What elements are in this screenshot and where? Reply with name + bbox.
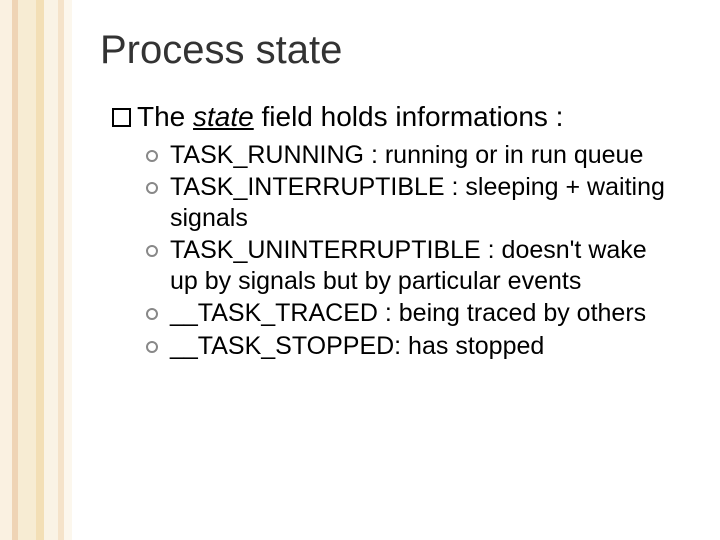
list-item-text: TASK_UNINTERRUPTIBLE : doesn't wake up b…: [170, 235, 680, 296]
list-item-text: TASK_RUNNING : running or in run queue: [170, 140, 680, 171]
slide-body: The state field holds informations : TAS…: [112, 100, 680, 363]
intro-pre: The: [137, 101, 193, 132]
list-item: TASK_RUNNING : running or in run queue: [146, 140, 680, 171]
intro-state-word: state: [193, 101, 254, 132]
intro-line: The state field holds informations :: [112, 100, 680, 134]
slide-title: Process state: [100, 28, 342, 73]
slide: Process state The state field holds info…: [0, 0, 720, 540]
ring-bullet-icon: [146, 308, 158, 320]
list-item: TASK_INTERRUPTIBLE : sleeping + waiting …: [146, 172, 680, 233]
list-item-text: __TASK_TRACED : being traced by others: [170, 298, 680, 329]
square-bullet-icon: [112, 108, 131, 127]
list-item: __TASK_STOPPED: has stopped: [146, 331, 680, 362]
content: Process state The state field holds info…: [0, 0, 720, 540]
list-item-text: TASK_INTERRUPTIBLE : sleeping + waiting …: [170, 172, 680, 233]
ring-bullet-icon: [146, 182, 158, 194]
ring-bullet-icon: [146, 341, 158, 353]
intro-post: field holds informations :: [254, 101, 564, 132]
bullet-list: TASK_RUNNING : running or in run queue T…: [146, 140, 680, 362]
intro-text: The state field holds informations :: [137, 100, 680, 134]
list-item: TASK_UNINTERRUPTIBLE : doesn't wake up b…: [146, 235, 680, 296]
ring-bullet-icon: [146, 245, 158, 257]
list-item-text: __TASK_STOPPED: has stopped: [170, 331, 680, 362]
ring-bullet-icon: [146, 150, 158, 162]
list-item: __TASK_TRACED : being traced by others: [146, 298, 680, 329]
